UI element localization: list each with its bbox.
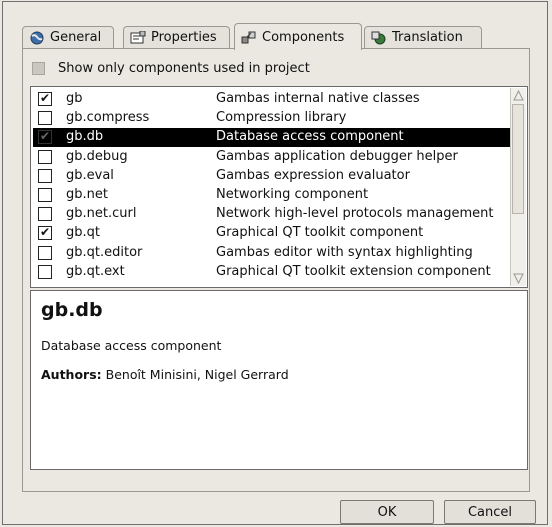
component-detail-title: gb.db (41, 299, 103, 321)
scroll-up-arrow-icon[interactable] (511, 88, 526, 104)
tab-properties-label: Properties (151, 30, 217, 45)
component-name: gb.compress (66, 110, 150, 126)
component-description: Compression library (216, 110, 347, 126)
scroll-down-arrow-icon[interactable] (511, 270, 526, 286)
component-description: Networking component (216, 187, 369, 202)
component-name: gb (66, 91, 83, 106)
component-checkbox[interactable] (38, 207, 52, 222)
tab-components[interactable]: Components (234, 23, 362, 50)
globe-icon (29, 31, 45, 45)
show-only-used-checkbox[interactable]: Show only components used in project (32, 61, 310, 76)
component-description: Network high-level protocols management (216, 206, 494, 222)
component-detail-authors: Authors: Benoît Minisini, Nigel Gerrard (41, 367, 289, 382)
translation-icon (371, 31, 387, 45)
tab-general[interactable]: General (22, 26, 114, 48)
component-row[interactable]: gb.compress Compression library (33, 109, 511, 128)
component-row[interactable]: gb.qt.editor Gambas editor with syntax hi… (33, 244, 511, 263)
show-only-used-label: Show only components used in project (58, 61, 310, 76)
component-description: Gambas internal native classes (216, 91, 420, 106)
show-only-used-box[interactable] (32, 62, 45, 75)
component-description: Graphical QT toolkit extension component (216, 263, 491, 279)
component-checkbox[interactable]: ✔ (38, 226, 52, 241)
tab-components-label: Components (262, 29, 345, 45)
authors-label: Authors: (41, 367, 102, 382)
component-checkbox[interactable] (38, 111, 52, 126)
component-checkbox[interactable] (38, 168, 52, 183)
component-checkbox[interactable]: ✔ (38, 92, 52, 106)
component-name: gb.debug (66, 148, 128, 164)
components-list[interactable]: gb.qt.ext Graphical QT toolkit extension … (30, 86, 528, 288)
tab-translation-label: Translation (392, 30, 463, 45)
component-row[interactable]: ✔ gb Gambas internal native classes (33, 90, 511, 109)
component-row[interactable]: ✔ gb.qt Graphical QT toolkit component (33, 224, 511, 243)
ok-button[interactable]: OK (340, 500, 434, 524)
properties-icon (130, 30, 146, 45)
component-checkbox[interactable] (38, 149, 52, 164)
component-detail-description: Database access component (41, 338, 222, 353)
component-name: gb.qt.editor (66, 244, 143, 260)
component-name: gb.net (66, 187, 108, 202)
component-checkbox[interactable] (38, 264, 52, 279)
components-icon (241, 30, 257, 44)
component-name: gb.eval (66, 167, 114, 183)
component-description: Graphical QT toolkit component (216, 225, 424, 241)
component-row[interactable]: gb.eval Gambas expression evaluator (33, 167, 511, 186)
list-scrollbar[interactable] (510, 88, 526, 286)
authors-value: Benoît Minisini, Nigel Gerrard (105, 367, 289, 382)
tab-general-label: General (50, 30, 102, 45)
cancel-button[interactable]: Cancel (444, 500, 536, 524)
component-name: gb.qt (66, 225, 100, 241)
component-detail-pane: gb.db Database access component Authors:… (30, 290, 528, 470)
component-checkbox[interactable]: ✔ (38, 130, 52, 145)
component-row[interactable]: ✔ gb.db Database access component (33, 128, 511, 148)
component-row[interactable]: gb.qt.ext Graphical QT toolkit extension … (33, 263, 511, 282)
component-row[interactable]: gb.debug Gambas application debugger help… (33, 148, 511, 167)
component-name: gb.net.curl (66, 206, 137, 222)
component-description: Gambas expression evaluator (216, 167, 410, 183)
tab-properties[interactable]: Properties (123, 26, 230, 48)
component-checkbox[interactable] (38, 245, 52, 260)
component-row[interactable]: gb.net.curl Network high-level protocols … (33, 205, 511, 224)
component-description: Gambas application debugger helper (216, 148, 458, 164)
tab-translation[interactable]: Translation (364, 26, 482, 48)
scroll-thumb[interactable] (512, 104, 524, 214)
component-checkbox[interactable] (38, 188, 52, 202)
component-description: Gambas editor with syntax highlighting (216, 244, 473, 260)
component-name: gb.db (66, 129, 104, 145)
component-name: gb.qt.ext (66, 263, 125, 279)
component-description: Database access component (216, 129, 404, 145)
component-row[interactable]: gb.net Networking component (33, 186, 511, 205)
